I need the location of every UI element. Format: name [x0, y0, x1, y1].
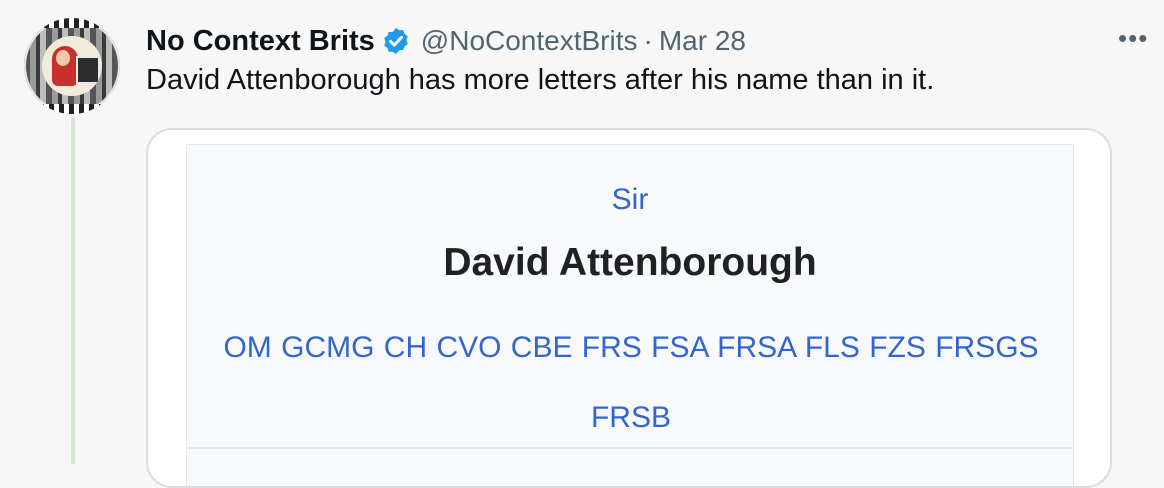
avatar-test-card-top — [24, 18, 120, 28]
infobox-name: David Attenborough — [443, 241, 817, 284]
infobox-divider — [187, 447, 1073, 449]
user-handle[interactable]: @NoContextBrits — [421, 25, 638, 57]
display-name[interactable]: No Context Brits — [146, 25, 375, 58]
embedded-image-card[interactable]: Sir David Attenborough OM GCMG CH CVO CB… — [146, 128, 1112, 488]
tweet: No Context Brits @NoContextBrits · Mar 2… — [0, 0, 1164, 488]
avatar-face — [56, 50, 70, 66]
tweet-text: David Attenborough has more letters afte… — [146, 64, 935, 96]
avatar-test-card-bottom — [24, 104, 120, 114]
verified-badge-icon[interactable] — [381, 26, 411, 56]
header-separator: · — [643, 25, 653, 56]
avatar[interactable] — [24, 18, 120, 114]
wikipedia-infobox: Sir David Attenborough OM GCMG CH CVO CB… — [186, 144, 1074, 486]
post-nominals-links: OM GCMG CH CVO CBE FRS FSA FRSA FLS FZS … — [223, 331, 1039, 434]
more-options-icon[interactable]: ••• — [1118, 25, 1148, 51]
tweet-date[interactable]: Mar 28 — [659, 25, 746, 57]
honorific-prefix-link: Sir — [611, 183, 649, 216]
thread-line — [71, 118, 75, 464]
tweet-header: No Context Brits @NoContextBrits · Mar 2… — [146, 22, 746, 60]
avatar-inner-circle — [42, 36, 102, 96]
avatar-chalkboard — [76, 56, 100, 84]
